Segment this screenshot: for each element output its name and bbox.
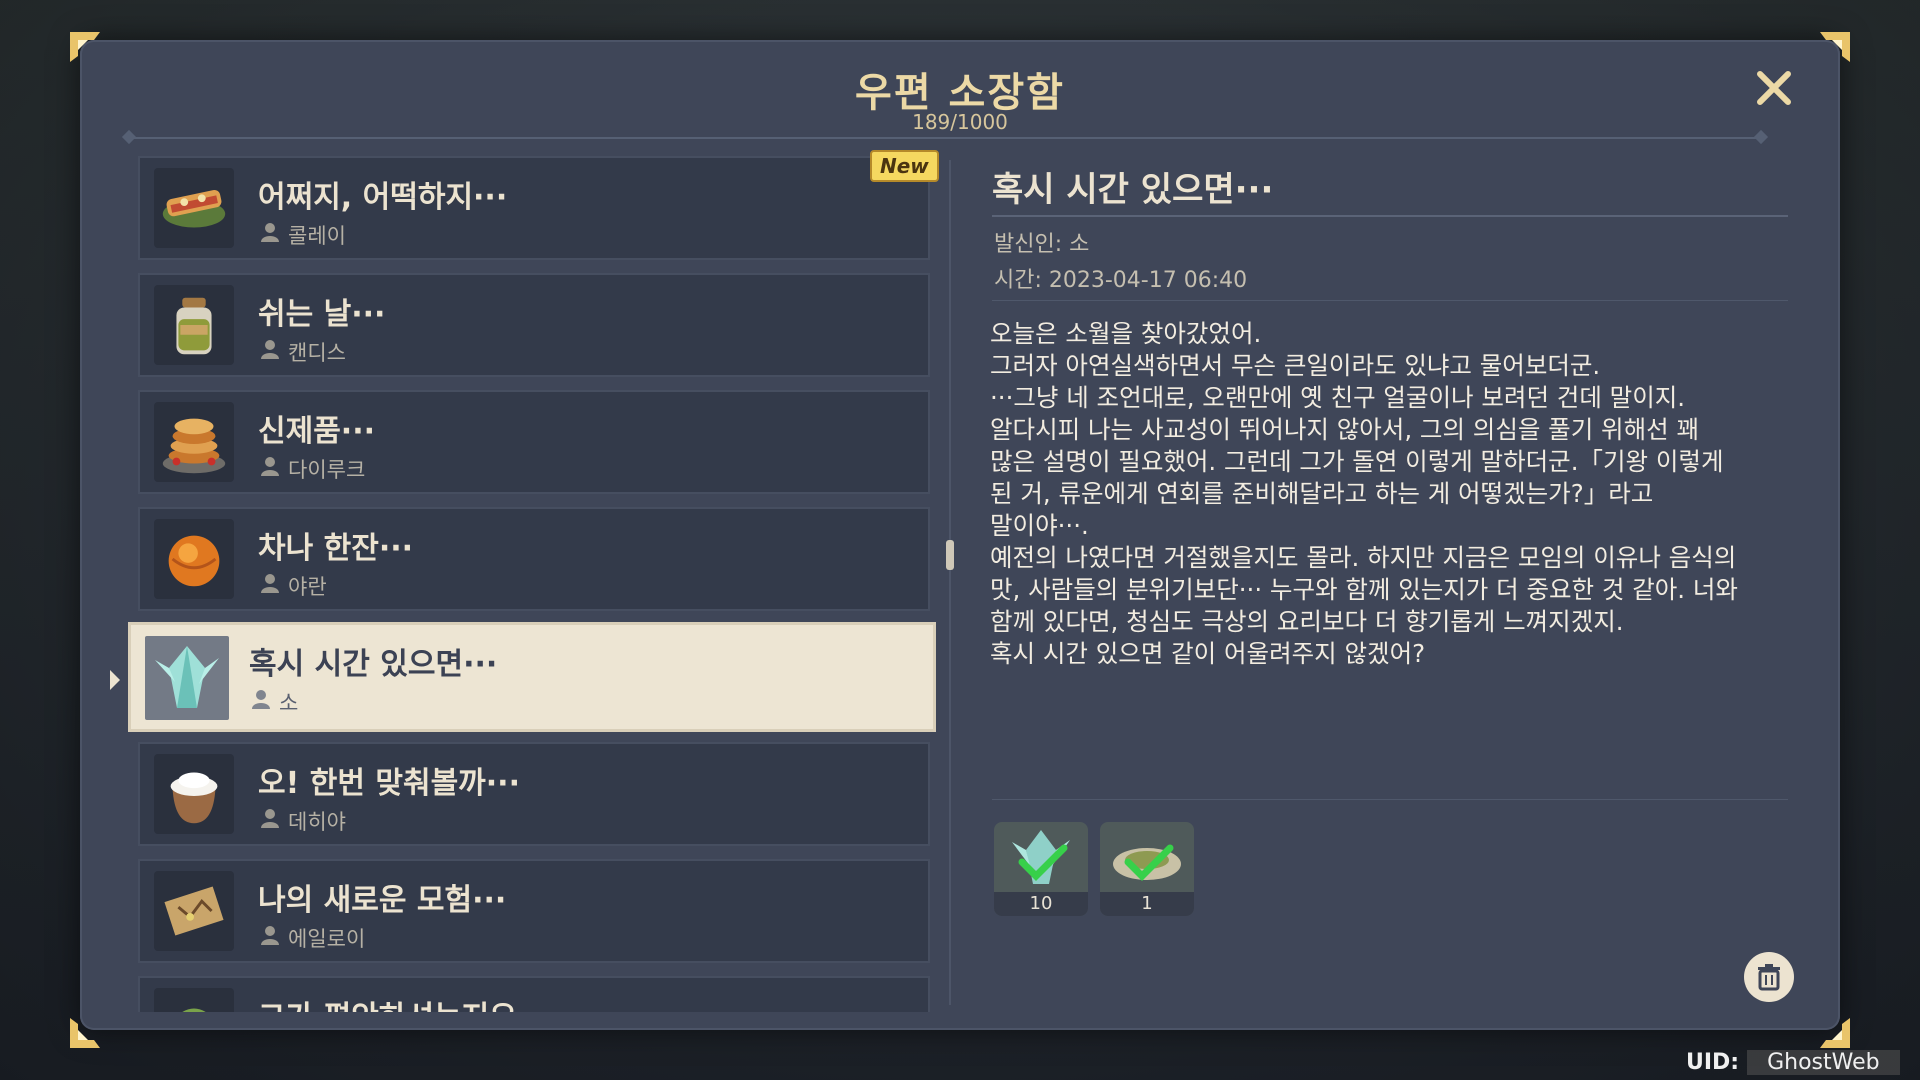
- flour-sack-icon: [154, 754, 234, 834]
- mail-title: 나의 새로운 모험···: [258, 883, 507, 918]
- mail-list-item[interactable]: 쉬는 날··· 캔디스: [138, 273, 930, 377]
- trash-icon: [1758, 964, 1780, 991]
- reward-count: 10: [994, 892, 1088, 916]
- corner-ornament-icon: [68, 30, 102, 64]
- corner-ornament-icon: [1818, 1016, 1852, 1050]
- mail-title: 신제품···: [258, 414, 375, 449]
- delete-button[interactable]: [1744, 952, 1794, 1002]
- mail-count: 189/1000: [912, 110, 1008, 134]
- person-icon: [261, 223, 279, 242]
- mail-list-item[interactable]: 그가 편안하셔는지요: [138, 976, 930, 1012]
- mail-body-line: 함께 있다면, 청심도 극상의 요리보다 더 향기롭게 느껴지겠지.: [990, 607, 1624, 636]
- person-icon: [261, 574, 279, 593]
- corner-ornament-icon: [1818, 30, 1852, 64]
- uid-display: UID: GhostWeb: [1686, 1050, 1900, 1075]
- mail-list-item[interactable]: 나의 새로운 모험··· 에일로이: [138, 859, 930, 963]
- close-button[interactable]: [1752, 66, 1796, 110]
- mail-title: 혹시 시간 있으면···: [249, 647, 498, 682]
- pancake-icon: [154, 402, 234, 482]
- detail-sender: 발신인: 소: [994, 232, 1090, 257]
- detail-time: 시간: 2023-04-17 06:40: [994, 268, 1248, 293]
- reward-item[interactable]: 10: [994, 822, 1088, 916]
- mail-list[interactable]: 어쩌지, 어떡하지··· 콜레이 쉬는 날··· 캔디스 신제품··· 다이루크…: [128, 152, 938, 1012]
- jar-icon: [154, 285, 234, 365]
- mail-title: 차나 한잔···: [258, 531, 414, 566]
- mail-body-line: 말이야···.: [990, 511, 1089, 540]
- mail-body-line: 오늘은 소월을 찾아갔었어.: [990, 319, 1262, 348]
- mail-body-line: 예전의 나였다면 거절했을지도 몰라. 하지만 지금은 모임의 이유나 음식의: [990, 543, 1737, 572]
- dish-icon: [1113, 844, 1181, 881]
- mail-sender: 에일로이: [288, 927, 366, 951]
- header-divider: [130, 137, 1760, 139]
- detail-title: 혹시 시간 있으면···: [992, 170, 1274, 210]
- mail-body-line: 그러자 아연실색하면서 무슨 큰일이라도 있냐고 물어보더군.: [990, 351, 1601, 380]
- mail-sender: 다이루크: [288, 458, 366, 482]
- detail-divider: [992, 300, 1788, 301]
- mail-sender: 콜레이: [288, 224, 346, 248]
- round-pastry-icon: [154, 519, 234, 599]
- mail-sender: 캔디스: [288, 341, 346, 365]
- mail-list-item-selected[interactable]: 혹시 시간 있으면··· 소: [128, 622, 936, 732]
- mail-list-item[interactable]: 차나 한잔··· 야란: [138, 507, 930, 611]
- mail-title: 그가 편안하셔는지요: [258, 992, 517, 1012]
- mail-body-line: 알다시피 나는 사교성이 뛰어나지 않아서, 그의 의심을 풀기 위해선 꽤: [990, 415, 1699, 444]
- map-scroll-icon: [154, 871, 234, 951]
- mail-body: 오늘은 소월을 찾아갔었어. 그러자 아연실색하면서 무슨 큰일이라도 있냐고 …: [990, 318, 1790, 670]
- person-icon: [261, 457, 279, 476]
- mail-list-item[interactable]: 신제품··· 다이루크: [138, 390, 930, 494]
- mail-title: 오! 한번 맞춰볼까···: [258, 766, 520, 801]
- mail-body-line: 혹시 시간 있으면 같이 어울려주지 않겠어?: [990, 639, 1426, 668]
- mail-body-line: 된 거, 류운에게 연회를 준비해달라고 하는 게 어떻겠는가?」라고: [990, 479, 1654, 508]
- mail-body-line: 맛, 사람들의 분위기보단··· 누구와 함께 있는지가 더 중요한 것 같아.…: [990, 575, 1738, 604]
- crystal-leaf-icon: [145, 636, 229, 720]
- leaf-icon: [154, 988, 234, 1012]
- mail-body-line: 많은 설명이 필요했어. 그런데 그가 돌연 이렇게 말하더군.「기왕 이렇게: [990, 447, 1724, 476]
- list-scrollbar[interactable]: [949, 160, 951, 1005]
- reward-item[interactable]: 1: [1100, 822, 1194, 916]
- reward-count: 1: [1100, 892, 1194, 916]
- mail-sender: 데히야: [288, 810, 346, 834]
- mail-title: 쉬는 날···: [258, 297, 386, 332]
- mail-sender: 야란: [288, 575, 327, 599]
- mail-list-item[interactable]: 어쩌지, 어떡하지··· 콜레이: [138, 156, 930, 260]
- uid-label: UID:: [1686, 1050, 1740, 1075]
- selection-arrow-icon: [110, 670, 120, 690]
- person-icon: [261, 340, 279, 359]
- person-icon: [261, 809, 279, 828]
- person-icon: [261, 926, 279, 945]
- mail-sender: 소: [279, 691, 299, 715]
- detail-divider: [992, 799, 1788, 800]
- close-icon: [1757, 71, 1791, 105]
- scrollbar-thumb[interactable]: [946, 540, 954, 570]
- mail-list-item[interactable]: 오! 한번 맞춰볼까··· 데히야: [138, 742, 930, 846]
- uid-value: GhostWeb: [1747, 1050, 1900, 1075]
- mail-title: 어쩌지, 어떡하지···: [258, 180, 508, 215]
- detail-divider: [992, 215, 1788, 217]
- new-badge: New: [870, 150, 939, 182]
- crystal-leaf-icon: [1012, 830, 1070, 884]
- corner-ornament-icon: [68, 1016, 102, 1050]
- sandwich-icon: [154, 168, 234, 248]
- mail-body-line: ···그냥 네 조언대로, 오랜만에 옛 친구 얼굴이나 보려던 건데 말이지.: [990, 383, 1686, 412]
- person-icon: [252, 690, 270, 709]
